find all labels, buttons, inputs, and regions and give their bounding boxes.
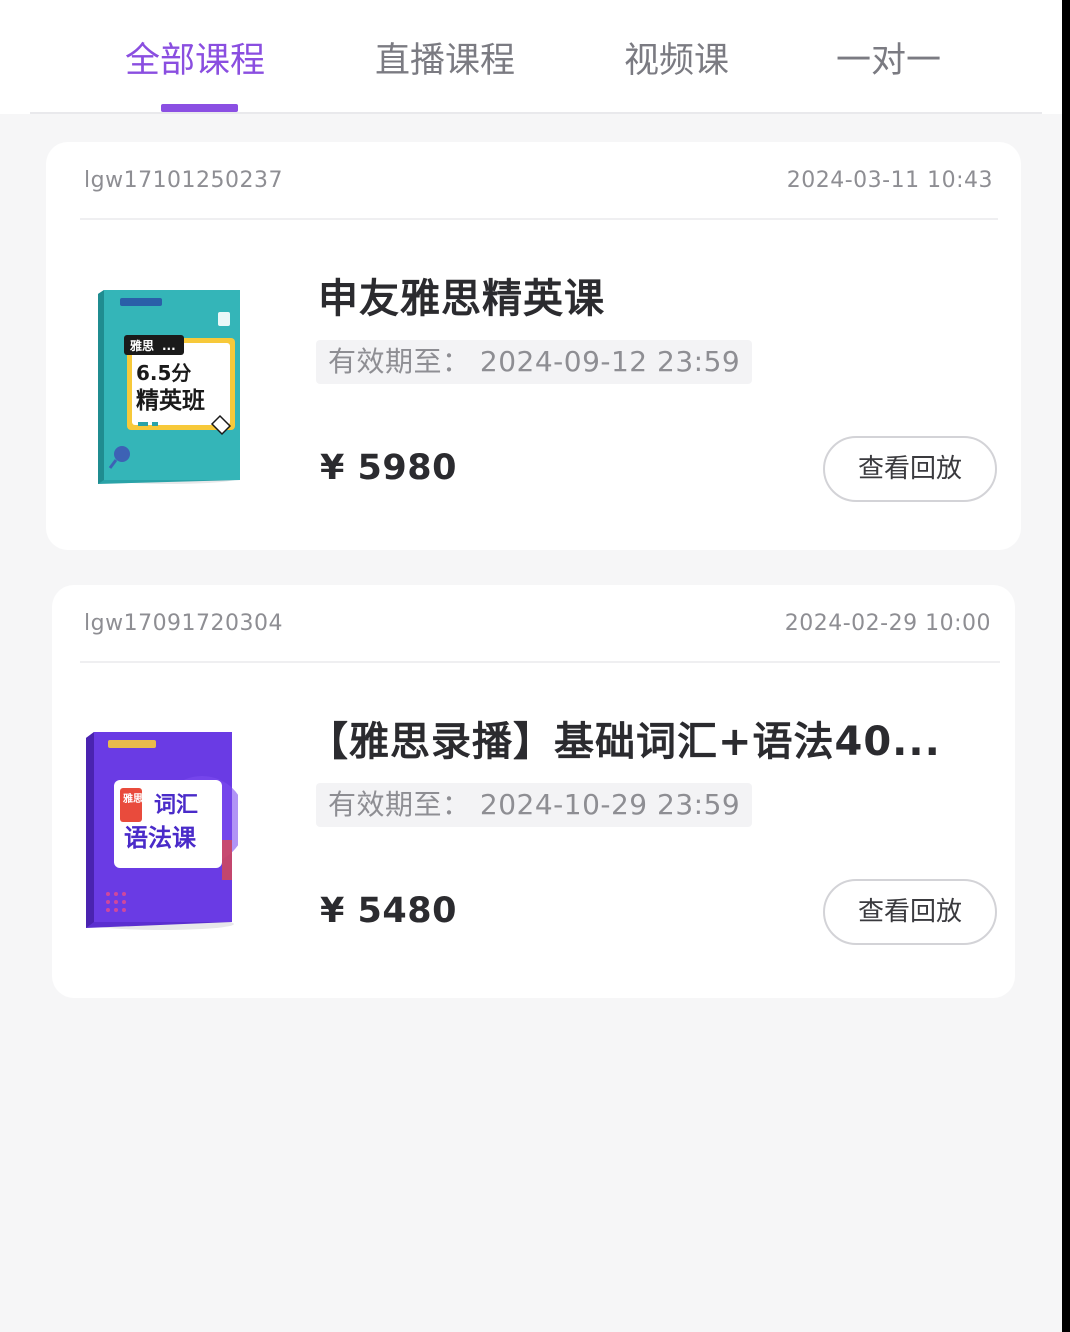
cover-brand-text: 雅思 <box>129 338 154 353</box>
cover-vocab-text: 词汇 <box>154 793 198 818</box>
course-cover-image[interactable]: 雅思 词汇 语法课 <box>82 730 246 930</box>
course-list-screen: 全部课程 直播课程 视频课 一对一 lgw17101250237 2024-03… <box>0 0 1062 1332</box>
tab-video-courses[interactable]: 视频课 <box>624 36 729 86</box>
tab-bar: 全部课程 直播课程 视频课 一对一 <box>0 0 1062 114</box>
course-cover-image[interactable]: 雅思 ... 6.5分 精英班 <box>94 288 244 486</box>
order-time: 2024-02-29 10:00 <box>784 611 991 636</box>
active-tab-indicator <box>161 104 238 112</box>
validity-date: 有效期至： 2024-10-29 23:59 <box>316 783 753 827</box>
order-time: 2024-03-11 10:43 <box>786 168 993 193</box>
tab-live-courses[interactable]: 直播课程 <box>375 36 515 86</box>
validity-date: 有效期至： 2024-09-12 23:59 <box>316 340 753 384</box>
course-price: ¥ 5980 <box>320 448 457 488</box>
card-divider <box>80 218 998 220</box>
view-replay-button[interactable]: 查看回放 <box>823 436 997 502</box>
course-title[interactable]: 申友雅思精英课 <box>318 266 605 324</box>
view-replay-button[interactable]: 查看回放 <box>823 879 997 945</box>
course-price: ¥ 5480 <box>320 891 457 931</box>
card-divider <box>80 661 1000 663</box>
order-card[interactable]: lgw17101250237 2024-03-11 10:43 雅思 ... 6… <box>46 142 1021 550</box>
tab-bar-divider <box>30 112 1042 114</box>
cover-class-text: 精英班 <box>136 387 205 414</box>
cover-badge-text: 雅思 <box>123 792 143 805</box>
order-id: lgw17091720304 <box>84 611 284 636</box>
tab-one-on-one[interactable]: 一对一 <box>836 36 941 86</box>
svg-text:...: ... <box>162 339 176 353</box>
course-title[interactable]: 【雅思录播】基础词汇+语法40... <box>308 709 941 767</box>
order-card[interactable]: lgw17091720304 2024-02-29 10:00 雅思 词汇 语法… <box>52 585 1015 998</box>
order-id: lgw17101250237 <box>84 168 284 193</box>
cover-grammar-text: 语法课 <box>124 824 197 852</box>
tab-all-courses[interactable]: 全部课程 <box>125 36 265 86</box>
cover-score-text: 6.5分 <box>136 361 191 385</box>
